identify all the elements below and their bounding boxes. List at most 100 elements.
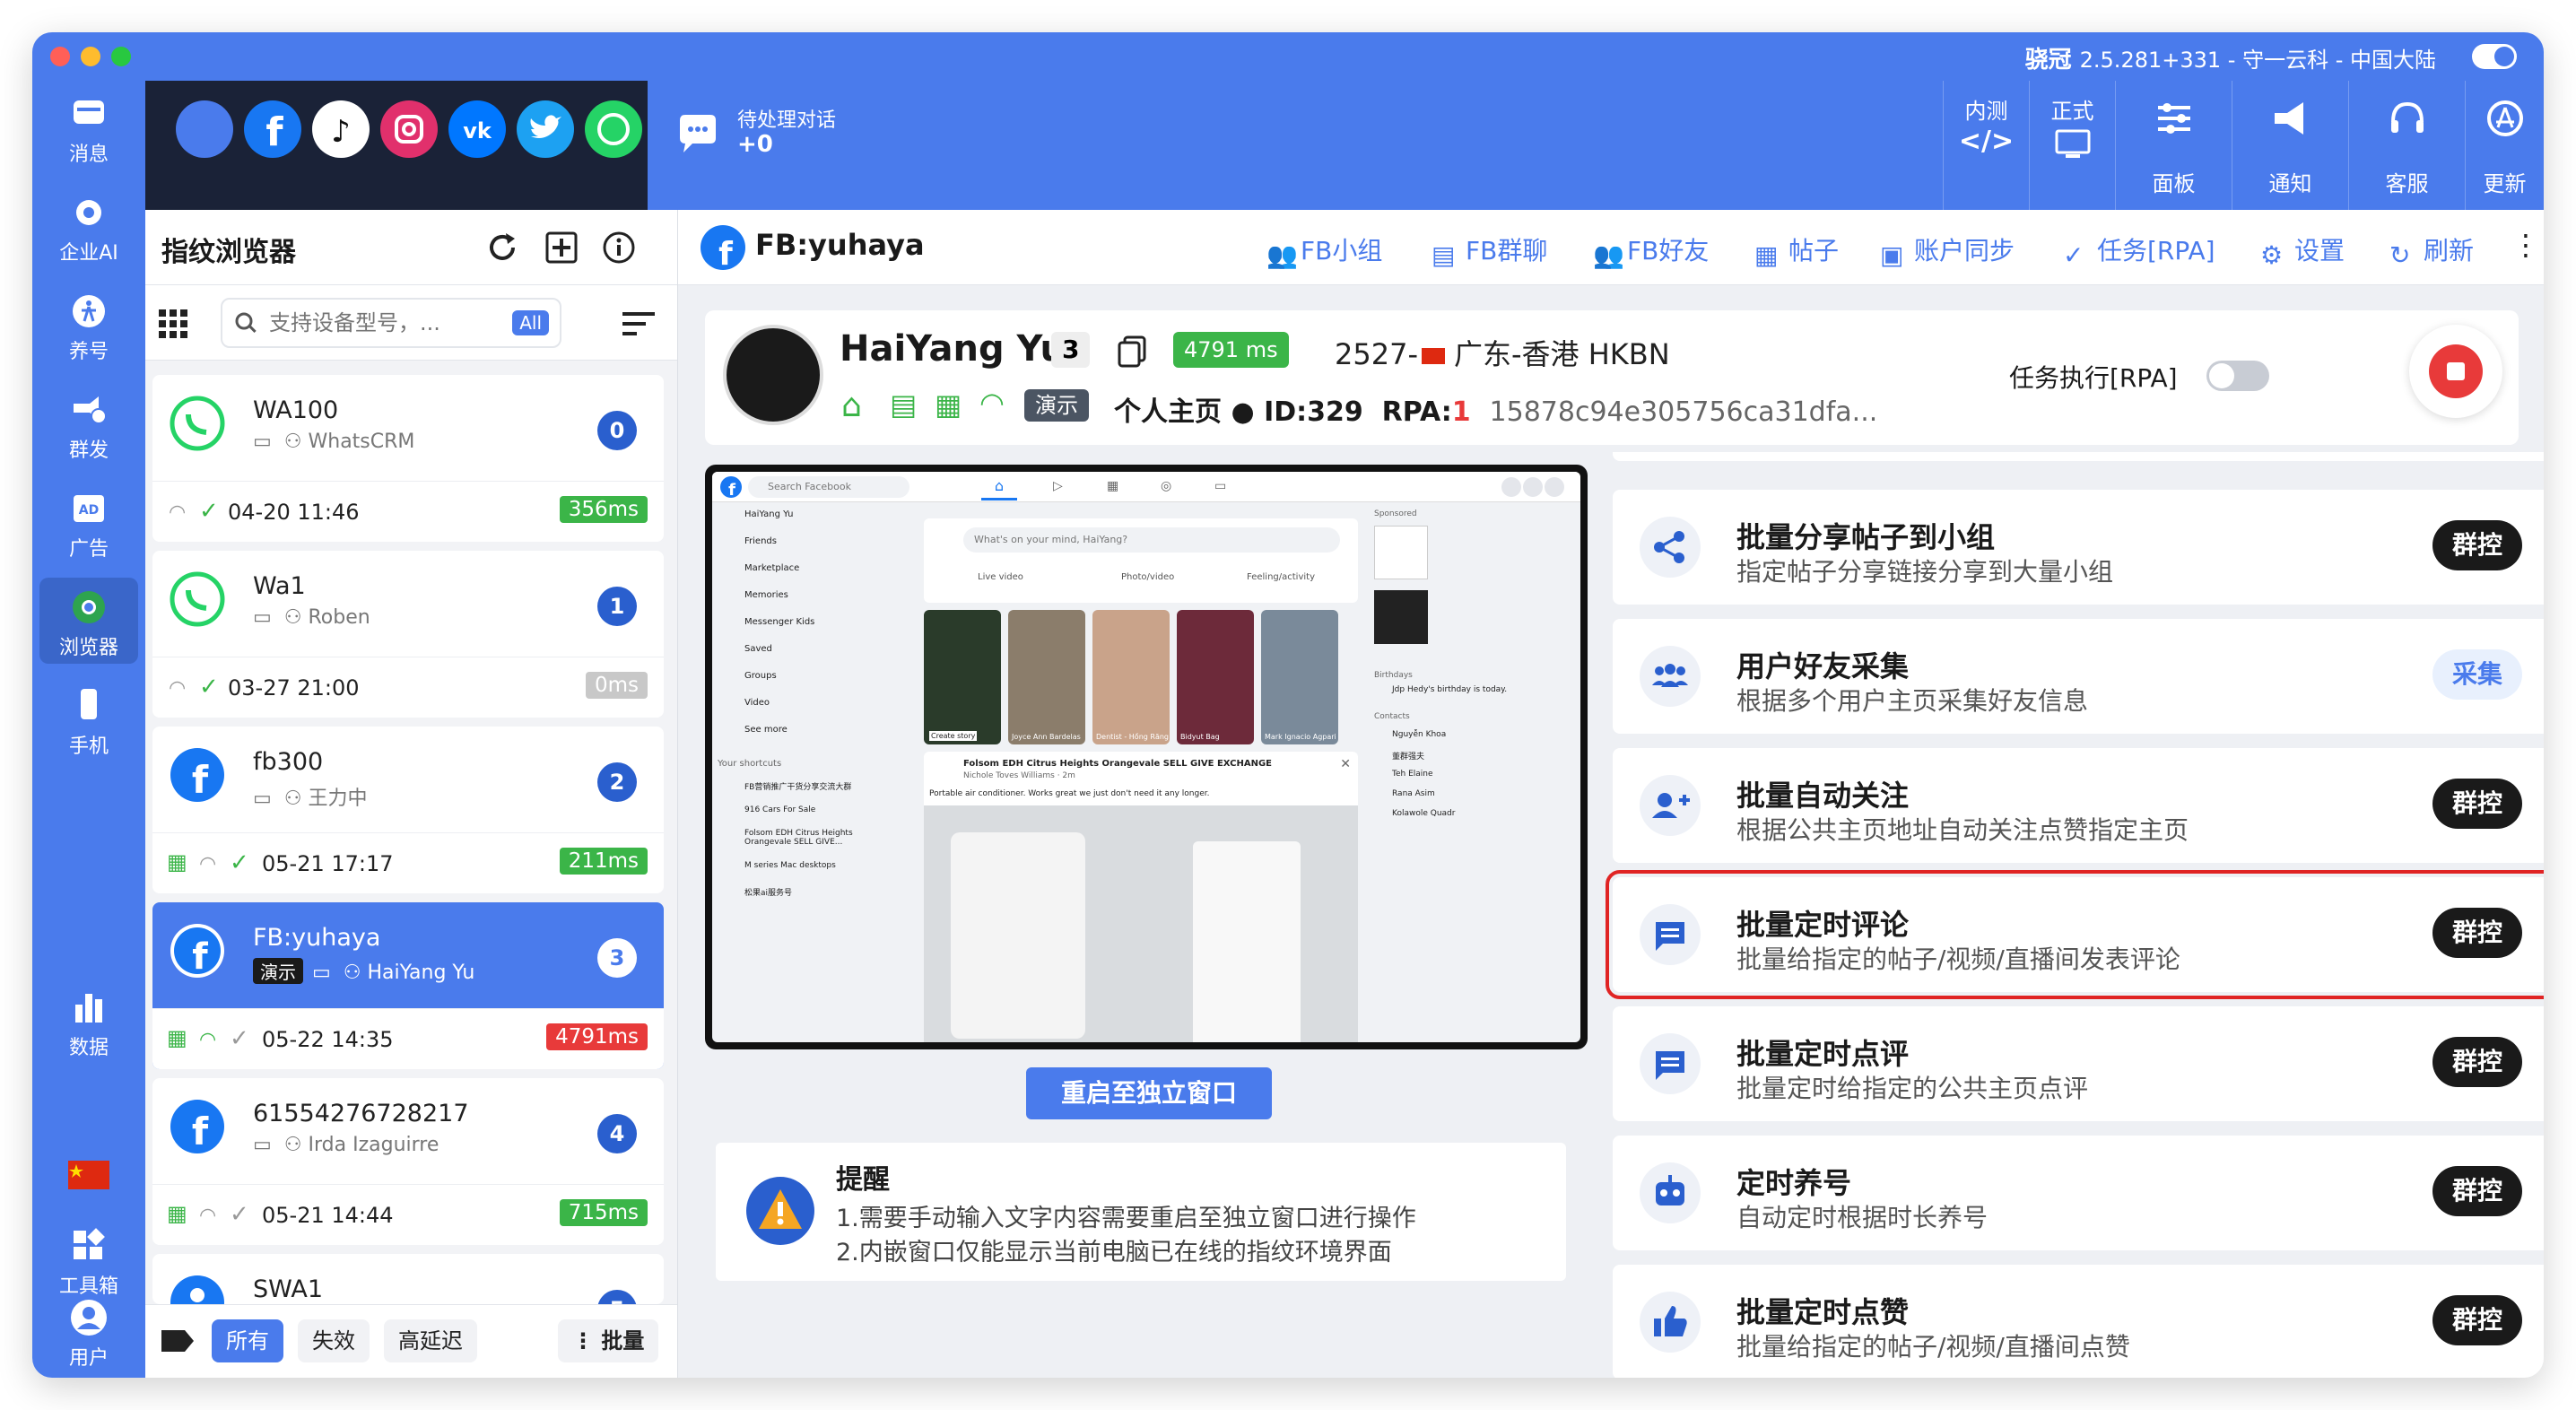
tiktok-icon[interactable]: ♪ <box>312 100 370 158</box>
fb-story-card[interactable]: Bidyut Bag <box>1177 610 1254 744</box>
restart-standalone-button[interactable]: 重启至独立窗口 <box>1026 1067 1272 1119</box>
task-rpa-link[interactable]: ✓ 任务[RPA] <box>2063 231 2215 270</box>
post-close-icon[interactable]: ✕ <box>1340 757 1351 771</box>
task-exec-toggle[interactable] <box>2206 361 2269 391</box>
fb-market-tab-icon[interactable]: ▦ <box>1107 479 1118 493</box>
device-search-input[interactable] <box>269 309 475 337</box>
task-auto-follow[interactable]: 批量自动关注 根据公共主页地址自动关注点赞指定主页 群控 <box>1613 748 2544 863</box>
device-card[interactable]: SWA1 5 <box>152 1254 664 1304</box>
notify-button[interactable]: 通知 <box>2232 81 2348 210</box>
fb-menu-item[interactable]: Marketplace <box>744 563 799 573</box>
group-control-button[interactable]: 群控 <box>2432 908 2522 958</box>
facebook-icon[interactable]: f <box>244 100 301 158</box>
contact-item[interactable]: Teh Elaine <box>1392 770 1433 779</box>
fb-gaming-tab-icon[interactable]: ▭ <box>1214 479 1226 493</box>
fb-composer-input[interactable]: What's on your mind, HaiYang? <box>963 527 1340 553</box>
fb-search[interactable]: Search Facebook <box>748 476 909 498</box>
filter-invalid-button[interactable]: 失效 <box>298 1319 370 1362</box>
fb-story-card[interactable]: Dentist - Hồng Răng <box>1092 610 1170 744</box>
nav-item-nurture[interactable]: 养号 <box>39 282 138 368</box>
whatsapp-icon[interactable] <box>585 100 642 158</box>
more-menu-icon[interactable]: ⋮ <box>2511 228 2540 262</box>
nav-item-ai[interactable]: 企业AI <box>39 183 138 269</box>
stop-button[interactable] <box>2409 325 2502 418</box>
fb-groups-link[interactable]: 👥 FB小组 <box>1266 231 1382 270</box>
fb-story-card[interactable]: Joyce Ann Bardelas <box>1008 610 1085 744</box>
batch-button[interactable]: ⋮ 批量 <box>558 1319 659 1362</box>
fb-home-tab-icon[interactable]: ⌂ <box>981 477 1017 500</box>
device-card-selected[interactable]: f FB:yuhaya 演示 ▭ ⚇ HaiYang Yu 3 ▦ ◠ ✓ 05-… <box>152 902 664 1069</box>
fb-menu-item[interactable]: Friends <box>744 536 777 546</box>
fb-menu-icon[interactable] <box>1501 477 1521 497</box>
panel-button[interactable]: 面板 <box>2115 81 2232 210</box>
vk-icon[interactable]: vk <box>448 100 506 158</box>
device-search-box[interactable]: All <box>221 298 561 348</box>
fb-menu-item[interactable]: Groups <box>744 671 777 681</box>
fb-menu-item[interactable]: Messenger Kids <box>744 617 814 627</box>
fb-shortcut-item[interactable]: 松果ai服务号 <box>744 886 792 898</box>
fb-feeling-button[interactable]: Feeling/activity <box>1247 572 1315 582</box>
prod-mode-button[interactable]: 正式 <box>2029 81 2115 210</box>
close-window-button[interactable] <box>50 47 70 66</box>
store-icon[interactable]: ▦ <box>935 387 962 422</box>
account-sync-link[interactable]: ▣ 账户同步 <box>1880 231 2015 270</box>
nav-item-phone[interactable]: 手机 <box>39 676 138 762</box>
fb-shortcut-item[interactable]: Folsom EDH Citrus Heights Orangevale SEL… <box>744 829 888 847</box>
task-scheduled-comment[interactable]: 批量定时评论 批量给指定的帖子/视频/直播间发表评论 群控 <box>1606 870 2544 999</box>
fb-menu-item[interactable]: HaiYang Yu <box>744 509 793 519</box>
twitter-icon[interactable] <box>517 100 574 158</box>
device-card[interactable]: f fb300 ▭ ⚇ 王力中 2 ▦ ◠ ✓ 05-21 17:17 211m… <box>152 727 664 893</box>
fb-menu-item[interactable]: Memories <box>744 590 788 600</box>
group-control-button[interactable]: 群控 <box>2432 520 2522 570</box>
task-scheduled-nurture[interactable]: 定时养号 自动定时根据时长养号 群控 <box>1613 1136 2544 1250</box>
fb-menu-item[interactable]: See more <box>744 725 788 735</box>
group-control-button[interactable]: 群控 <box>2432 1037 2522 1087</box>
server-icon[interactable]: ▤ <box>890 387 917 422</box>
group-control-button[interactable]: 群控 <box>2432 779 2522 829</box>
contact-item[interactable]: Rana Asim <box>1392 789 1435 798</box>
post-image[interactable] <box>924 805 1358 1042</box>
task-scheduled-review[interactable]: 批量定时点评 批量定时给指定的公共主页点评 群控 <box>1613 1006 2544 1121</box>
collect-button[interactable]: 采集 <box>2432 649 2522 700</box>
sort-icon[interactable] <box>621 309 657 339</box>
refresh-link[interactable]: ↻ 刷新 <box>2389 231 2474 270</box>
group-control-button[interactable]: 群控 <box>2432 1295 2522 1345</box>
fb-shortcut-item[interactable]: M series Mac desktops <box>744 861 836 870</box>
fb-shortcut-item[interactable]: FB营销推广干货分享交流大群 <box>744 780 851 792</box>
fb-menu-item[interactable]: Saved <box>744 644 772 654</box>
contact-item[interactable]: Nguyễn Khoa <box>1392 730 1446 739</box>
info-icon[interactable] <box>601 230 637 265</box>
filter-high-latency-button[interactable]: 高延迟 <box>384 1319 477 1362</box>
task-share-posts-to-groups[interactable]: 批量分享帖子到小组 指定帖子分享链接分享到大量小组 群控 <box>1613 490 2544 605</box>
support-button[interactable]: 客服 <box>2348 81 2465 210</box>
fb-watch-tab-icon[interactable]: ▷ <box>1053 479 1063 493</box>
contact-item[interactable]: Kolawole Quadr <box>1392 809 1455 818</box>
fb-story-card[interactable]: Mark Ignacio Agpari <box>1261 610 1338 744</box>
refresh-icon[interactable] <box>484 230 520 265</box>
grid-menu-icon[interactable] <box>158 309 188 339</box>
device-card[interactable]: f 61554276728217 ▭ ⚇ Irda Izaguirre 4 ▦ … <box>152 1078 664 1245</box>
fb-menu-item[interactable]: Video <box>744 698 770 708</box>
nav-item-browser[interactable]: 浏览器 <box>39 578 138 664</box>
china-flag-icon[interactable] <box>68 1161 109 1189</box>
crm-icon[interactable] <box>176 100 233 158</box>
group-control-button[interactable]: 群控 <box>2432 1166 2522 1216</box>
nav-item-ads[interactable]: AD 广告 <box>39 479 138 565</box>
zoom-window-button[interactable] <box>111 47 131 66</box>
copy-icon[interactable] <box>1118 335 1146 368</box>
posts-link[interactable]: ▦ 帖子 <box>1754 231 1839 270</box>
fb-group-chat-link[interactable]: ▤ FB群聊 <box>1432 231 1547 270</box>
sponsored-ad[interactable] <box>1374 526 1428 579</box>
fb-photo-button[interactable]: Photo/video <box>1121 572 1174 582</box>
post-author[interactable]: Nichole Toves Williams · 2m <box>963 771 1075 780</box>
minimize-window-button[interactable] <box>81 47 100 66</box>
post-group-title[interactable]: Folsom EDH Citrus Heights Orangevale SEL… <box>963 759 1272 769</box>
device-card[interactable]: Wa1 ▭ ⚇ Roben 1 ◠ ✓ 03-27 21:00 0ms <box>152 551 664 718</box>
sponsored-ad[interactable] <box>1374 590 1428 644</box>
all-filter-badge[interactable]: All <box>512 310 549 335</box>
nav-item-user[interactable]: 用户 <box>39 1288 138 1374</box>
fb-live-video-button[interactable]: Live video <box>978 572 1023 582</box>
settings-link[interactable]: ⚙ 设置 <box>2260 231 2345 270</box>
contact-item[interactable]: 董群强夫 <box>1392 750 1424 762</box>
nav-item-messages[interactable]: 消息 <box>39 84 138 170</box>
